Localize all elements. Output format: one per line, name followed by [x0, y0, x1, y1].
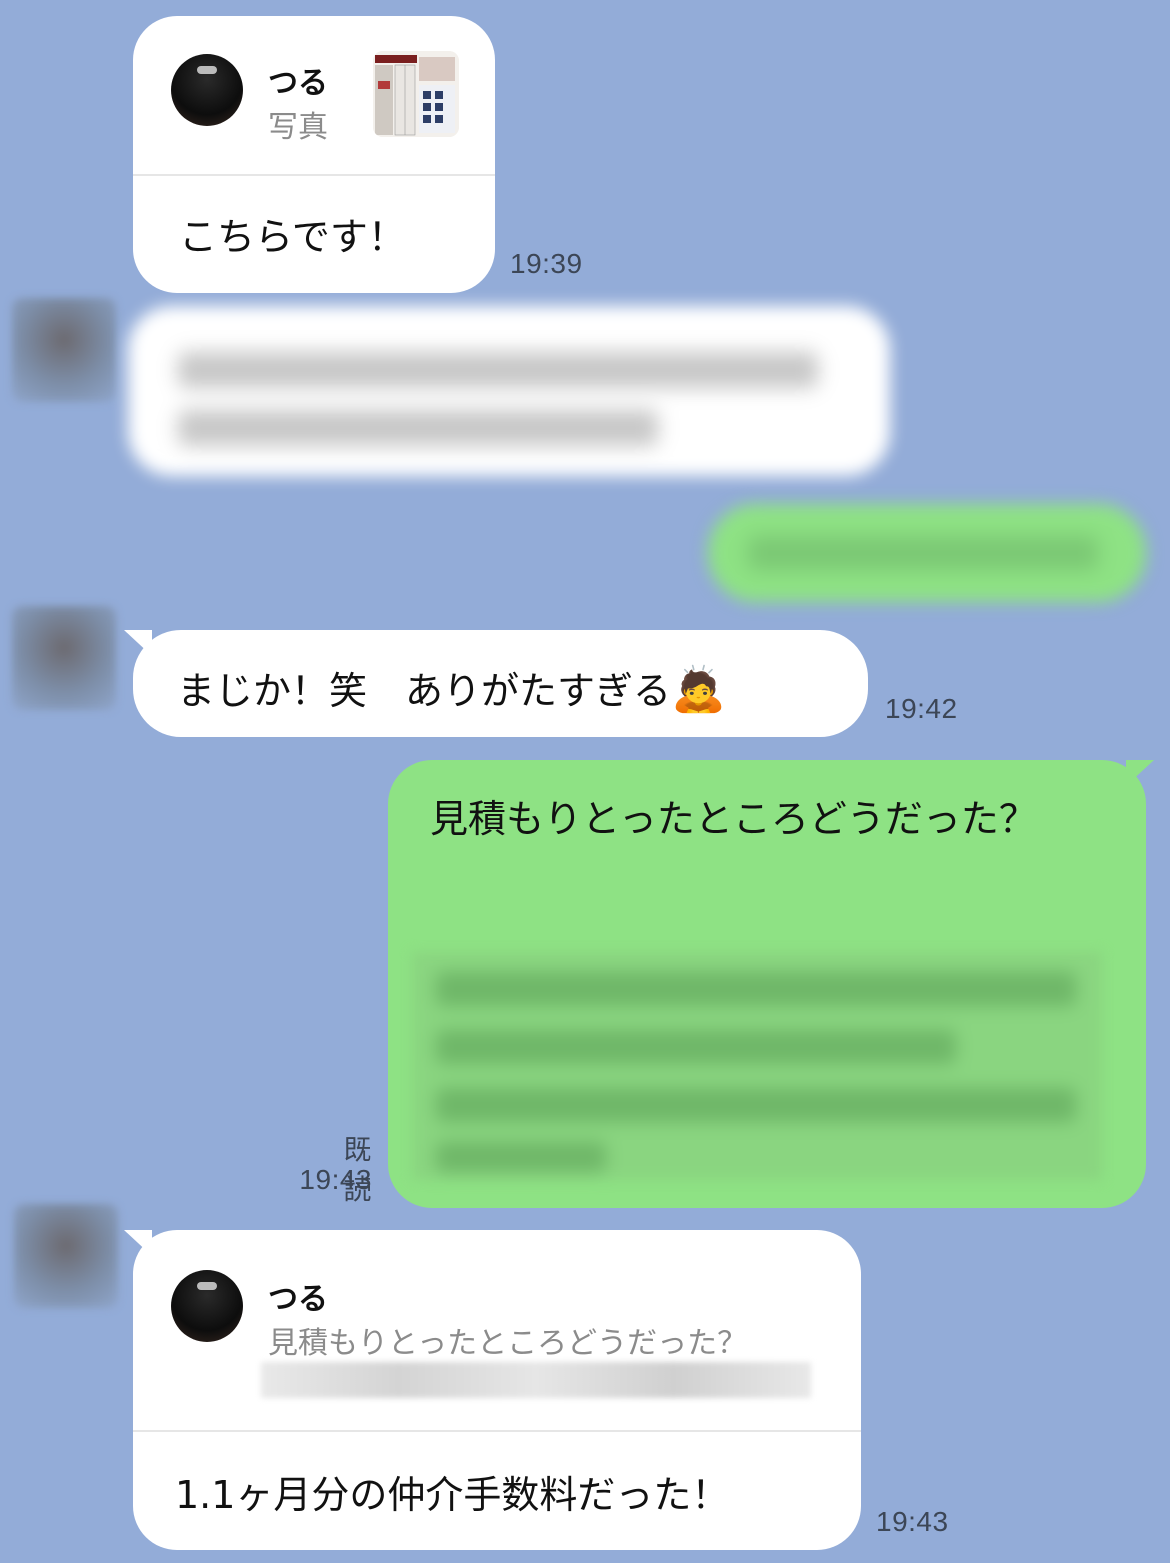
- reply-divider: [133, 174, 495, 176]
- message-bubble-3[interactable]: まじか！笑 ありがたすぎる🙇: [133, 630, 868, 737]
- reply-avatar: [171, 1270, 243, 1342]
- sender-avatar[interactable]: [12, 606, 116, 710]
- message-time: 19:43: [299, 1164, 372, 1195]
- message-text: こちらです！: [179, 215, 406, 259]
- message-time: 19:39: [510, 248, 583, 279]
- reply-avatar: [171, 54, 243, 126]
- reply-quoted-blurred: [261, 1362, 811, 1398]
- reply-sender-name: つる: [268, 66, 328, 101]
- message-text: 1.1ヶ月分の仲介手数料だった！: [175, 1473, 730, 1517]
- reply-quoted-text: 見積もりとったところどうだった？: [268, 1326, 748, 1361]
- reply-divider: [133, 1430, 861, 1432]
- message-text-content: まじか！笑 ありがたすぎる: [177, 669, 672, 713]
- message-bubble-4[interactable]: 見積もりとったところどうだった？: [388, 760, 1146, 1208]
- reply-sender-name: つる: [268, 1282, 328, 1317]
- message-text: 見積もりとったところどうだった？: [430, 797, 1037, 841]
- message-time: 19:43: [876, 1506, 949, 1537]
- sender-avatar[interactable]: [12, 298, 116, 402]
- person-bowing-emoji-icon: 🙇: [671, 664, 726, 715]
- message-bubble-5[interactable]: つる 見積もりとったところどうだった？ 1.1ヶ月分の仲介手数料だった！: [133, 1230, 861, 1550]
- message-time: 19:42: [885, 693, 958, 724]
- photo-thumbnail-icon[interactable]: [373, 51, 459, 137]
- reply-content-type: 写真: [268, 110, 328, 145]
- sender-avatar[interactable]: [14, 1204, 118, 1308]
- message-bubble-1[interactable]: つる 写真 こちらです！: [133, 16, 495, 293]
- message-text: まじか！笑 ありがたすぎる🙇: [177, 660, 726, 715]
- blurred-outgoing-bubble: [708, 504, 1146, 602]
- blurred-message-bubble: [128, 306, 890, 476]
- blurred-text-area: [412, 952, 1102, 1180]
